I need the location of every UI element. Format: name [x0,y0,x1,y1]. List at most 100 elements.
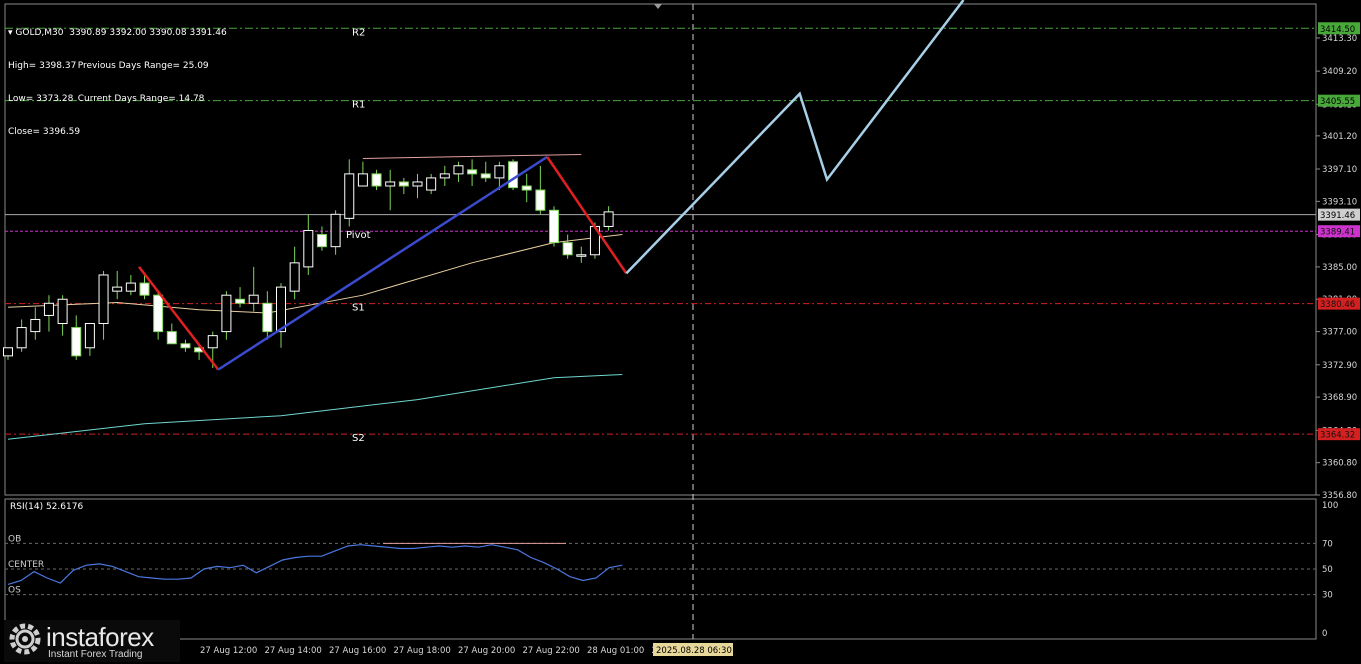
gear-logo-icon [9,623,41,655]
symbol-name: GOLD,M30 [15,28,64,38]
close-readout: Close= 3396.59 [8,127,81,137]
candle [30,307,41,340]
level-price-label: 3364.32 [1320,431,1355,441]
candle-body-bull [125,282,136,292]
price-tick-label: 3360.80 [1322,459,1357,469]
candle-body-bull [289,262,300,292]
price-tick-label: 3393.10 [1322,197,1357,207]
candle-body-bear [467,169,478,175]
candle [57,295,68,336]
candle [603,206,614,231]
candle-body-bull [16,327,27,349]
candle-body-bull [303,229,314,268]
moving-average-slow-line [7,374,623,440]
candle [480,161,491,182]
candle [426,173,437,195]
candle-body-bull [221,294,232,333]
level-name-s1: S1 [352,303,365,314]
level-price-label: 3405.55 [1320,97,1355,107]
candle-body-bear [562,242,573,256]
candle [316,226,327,251]
projection-path [625,0,965,275]
price-tick-label: 3372.90 [1322,361,1357,371]
level-price-label: 3414.50 [1320,25,1355,35]
candle-body-bear [371,173,382,187]
candle-body-bull [344,173,355,219]
previous-range-readout: Previous Days Range= 25.09 [77,61,209,71]
candle [508,159,519,191]
candle [248,266,259,312]
candle [535,165,546,215]
candle-body-bear [262,302,273,333]
candle-body-bull [30,318,41,333]
candle-body-bull [330,213,341,248]
candle-body-bull [98,274,109,325]
candle-body-bear [166,331,177,345]
rsi-level-label: CENTER [8,560,44,570]
current-range-readout: Current Days Range= 14.78 [77,94,205,104]
candle-body-bull [357,173,368,187]
candles-layer [3,159,614,369]
candle-body-bull [276,286,286,333]
candle-body-bear [508,161,519,189]
time-tick-label: 27 Aug 22:00 [523,646,580,656]
candle [153,291,164,340]
candle-body-bull [412,181,423,187]
candle-body-bear [153,294,164,333]
price-tick-label: 3368.90 [1322,393,1357,403]
price-tick-label: 3377.00 [1322,328,1357,338]
candle-body-bull [426,177,437,191]
candle-body-bull [84,323,95,349]
candle [344,159,355,227]
candle [221,291,232,340]
instaforex-logo: instaforex Instant Forex Trading [4,620,180,662]
rsi-tick-label: 50 [1322,565,1333,575]
candle-body-bull [248,294,259,304]
time-tick-label: 27 Aug 16:00 [329,646,386,656]
candle-body-bull [57,298,68,325]
candle-body-bear [480,173,491,179]
candle [166,323,177,345]
candle-body-bull [603,211,614,227]
rsi-tick-label: 30 [1322,591,1333,601]
price-tick-label: 3385.00 [1322,263,1357,273]
logo-tagline: Instant Forex Trading [48,649,143,660]
candle [385,169,396,211]
candle [125,274,136,296]
candle [112,270,123,300]
time-tick-label: 27 Aug 20:00 [458,646,515,656]
candle [43,295,54,332]
menu-triangle-icon[interactable]: ▾ [8,28,13,39]
candle-body-bear [398,181,409,187]
candle [180,339,191,352]
candle [98,270,109,340]
low-readout: Low= 3373.28 [8,94,74,104]
candle [439,165,450,187]
candle-body-bull [439,173,450,179]
candle [289,246,300,300]
candle [562,234,573,259]
candle-body-bull [453,165,464,175]
scroll-marker-icon[interactable] [654,4,662,9]
price-tick-label: 3401.20 [1322,132,1357,142]
candle [398,177,409,195]
trendline-up-1 [217,155,548,371]
rsi-tick-label: 70 [1322,539,1333,549]
candle [16,319,27,352]
price-tick-label: 3397.10 [1322,165,1357,175]
symbol-info-panel: ▾ GOLD,M30 3390.89 3392.00 3390.08 3391.… [8,6,227,149]
rsi-level-label: OB [8,534,21,544]
candle-body-bear [139,282,150,296]
level-name-pivot: Pivot [346,230,371,241]
rsi-title: RSI(14) 52.6176 [10,502,83,512]
candle-body-bear [316,234,327,248]
price-tick-label: 3413.30 [1322,34,1357,44]
time-tick-label: 27 Aug 14:00 [265,646,322,656]
time-marker-label: 2025.08.28 06:30 [656,646,732,656]
candle-body-bull [385,181,396,187]
candle [467,159,478,187]
high-readout: High= 3398.37 [8,61,77,71]
level-price-label: 3389.41 [1320,228,1355,238]
rsi-level-label: OS [8,586,21,596]
candle-body-bull [43,302,54,316]
